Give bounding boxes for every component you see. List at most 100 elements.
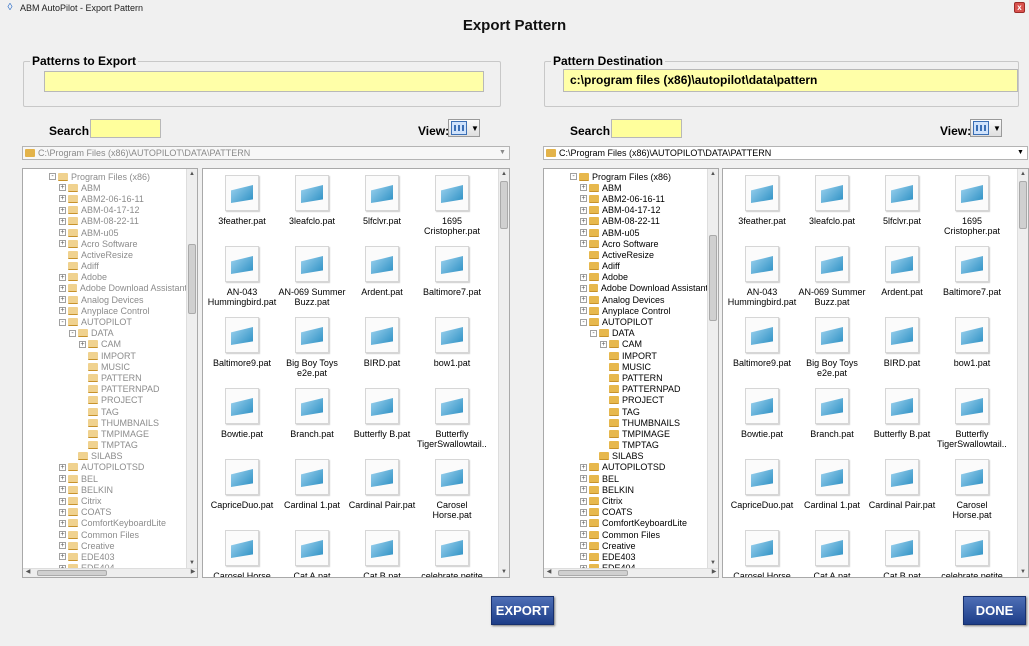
expand-icon[interactable]: +: [59, 463, 66, 471]
tree-item[interactable]: + ABM-u05: [544, 227, 708, 238]
file-item[interactable]: bow1.pat: [417, 313, 487, 384]
tree-item[interactable]: SILABS: [544, 451, 708, 462]
tree-item[interactable]: - Program Files (x86): [544, 171, 708, 182]
tree-item[interactable]: + Common Files: [23, 529, 187, 540]
tree-item[interactable]: - AUTOPILOT: [23, 316, 187, 327]
grid-vertical-scrollbar[interactable]: ▲ ▼: [498, 169, 509, 577]
file-item[interactable]: CapriceDuo.pat: [727, 455, 797, 526]
tree-item[interactable]: + ComfortKeyboardLite: [544, 518, 708, 529]
expand-icon[interactable]: +: [59, 531, 66, 539]
tree-item[interactable]: + ABM: [23, 182, 187, 193]
scroll-thumb[interactable]: [188, 244, 196, 314]
scroll-left-icon[interactable]: ◀: [23, 568, 33, 575]
file-item[interactable]: Cat A.pat: [277, 526, 347, 577]
file-item[interactable]: 3feather.pat: [207, 171, 277, 242]
tree-item[interactable]: PATTERN: [544, 372, 708, 383]
file-item[interactable]: Butterfly B.pat: [347, 384, 417, 455]
expand-icon[interactable]: +: [580, 296, 587, 304]
expand-icon[interactable]: +: [59, 307, 66, 315]
scroll-right-icon[interactable]: ▶: [709, 568, 718, 575]
file-item[interactable]: CapriceDuo.pat: [207, 455, 277, 526]
expand-icon[interactable]: +: [580, 486, 587, 494]
tree-item[interactable]: + AUTOPILOTSD: [23, 462, 187, 473]
scroll-thumb[interactable]: [709, 235, 717, 321]
scroll-up-icon[interactable]: ▲: [708, 169, 718, 179]
file-item[interactable]: Cat B.pat: [867, 526, 937, 577]
tree-item[interactable]: IMPORT: [544, 350, 708, 361]
file-item[interactable]: 3leafclo.pat: [797, 171, 867, 242]
file-item[interactable]: 5lfclvr.pat: [867, 171, 937, 242]
tree-vertical-scrollbar[interactable]: ▲ ▼: [707, 169, 718, 568]
file-item[interactable]: 3feather.pat: [727, 171, 797, 242]
file-item[interactable]: Big Boy Toys e2e.pat: [797, 313, 867, 384]
file-item[interactable]: Ardent.pat: [867, 242, 937, 313]
expand-icon[interactable]: +: [580, 217, 587, 225]
scroll-thumb[interactable]: [500, 181, 508, 229]
tree-item[interactable]: TAG: [544, 406, 708, 417]
file-item[interactable]: Big Boy Toys e2e.pat: [277, 313, 347, 384]
scroll-up-icon[interactable]: ▲: [1018, 169, 1028, 179]
tree-item[interactable]: MUSIC: [23, 361, 187, 372]
scroll-thumb[interactable]: [37, 570, 107, 576]
tree-item[interactable]: THUMBNAILS: [544, 417, 708, 428]
file-item[interactable]: Carosel Horse.pat: [417, 455, 487, 526]
search-input[interactable]: [90, 119, 161, 138]
file-item[interactable]: Bowtie.pat: [207, 384, 277, 455]
tree-item[interactable]: PATTERNPAD: [544, 384, 708, 395]
file-item[interactable]: Carosel Horse: [207, 526, 277, 577]
expand-icon[interactable]: +: [580, 508, 587, 516]
file-item[interactable]: Bowtie.pat: [727, 384, 797, 455]
scroll-right-icon[interactable]: ▶: [188, 568, 197, 575]
tree-item[interactable]: + CAM: [544, 339, 708, 350]
expand-icon[interactable]: +: [59, 229, 66, 237]
file-item[interactable]: 5lfclvr.pat: [347, 171, 417, 242]
file-item[interactable]: Carosel Horse: [727, 526, 797, 577]
file-item[interactable]: Branch.pat: [797, 384, 867, 455]
file-item[interactable]: Butterfly TigerSwallowtail....: [417, 384, 487, 455]
path-combo[interactable]: C:\Program Files (x86)\AUTOPILOT\DATA\PA…: [543, 146, 1028, 160]
expand-icon[interactable]: +: [59, 195, 66, 203]
file-item[interactable]: BIRD.pat: [347, 313, 417, 384]
folder-tree[interactable]: - Program Files (x86) + ABM + ABM2-06-16-11 + A…: [543, 168, 719, 578]
tree-item[interactable]: TMPIMAGE: [544, 428, 708, 439]
expand-icon[interactable]: +: [580, 206, 587, 214]
view-mode-button[interactable]: ▼: [970, 119, 1002, 137]
tree-item[interactable]: + Adobe Download Assistant: [544, 283, 708, 294]
path-combo[interactable]: C:\Program Files (x86)\AUTOPILOT\DATA\PA…: [22, 146, 510, 160]
tree-item[interactable]: + Creative: [544, 540, 708, 551]
expand-icon[interactable]: +: [580, 273, 587, 281]
close-icon[interactable]: x: [1014, 2, 1025, 13]
tree-item[interactable]: + Analog Devices: [544, 294, 708, 305]
tree-item[interactable]: + Acro Software: [544, 238, 708, 249]
expand-icon[interactable]: +: [59, 497, 66, 505]
tree-item[interactable]: + COATS: [544, 507, 708, 518]
folder-tree[interactable]: - Program Files (x86) + ABM + ABM2-06-16-11 + A…: [22, 168, 198, 578]
file-item[interactable]: Branch.pat: [277, 384, 347, 455]
tree-item[interactable]: + Anyplace Control: [544, 305, 708, 316]
expand-icon[interactable]: +: [59, 508, 66, 516]
tree-item[interactable]: + Citrix: [544, 495, 708, 506]
tree-item[interactable]: + ABM-04-17-12: [23, 205, 187, 216]
tree-item[interactable]: PATTERNPAD: [23, 384, 187, 395]
expand-icon[interactable]: +: [580, 553, 587, 561]
tree-item[interactable]: + CAM: [23, 339, 187, 350]
tree-item[interactable]: + BELKIN: [23, 484, 187, 495]
file-item[interactable]: Butterfly B.pat: [867, 384, 937, 455]
file-item[interactable]: 3leafclo.pat: [277, 171, 347, 242]
tree-item[interactable]: + Analog Devices: [23, 294, 187, 305]
tree-item[interactable]: + Acro Software: [23, 238, 187, 249]
file-item[interactable]: Cardinal 1.pat: [797, 455, 867, 526]
tree-item[interactable]: + ABM-04-17-12: [544, 205, 708, 216]
tree-item[interactable]: + Creative: [23, 540, 187, 551]
file-item[interactable]: 1695 Cristopher.pat: [417, 171, 487, 242]
search-input[interactable]: [611, 119, 682, 138]
expand-icon[interactable]: +: [580, 475, 587, 483]
tree-vertical-scrollbar[interactable]: ▲ ▼: [186, 169, 197, 568]
tree-item[interactable]: TMPIMAGE: [23, 428, 187, 439]
collapse-icon[interactable]: -: [49, 173, 56, 181]
collapse-icon[interactable]: -: [59, 318, 66, 326]
scroll-up-icon[interactable]: ▲: [499, 169, 509, 179]
collapse-icon[interactable]: -: [69, 329, 76, 337]
expand-icon[interactable]: +: [59, 542, 66, 550]
file-item[interactable]: Butterfly TigerSwallowtail....: [937, 384, 1007, 455]
